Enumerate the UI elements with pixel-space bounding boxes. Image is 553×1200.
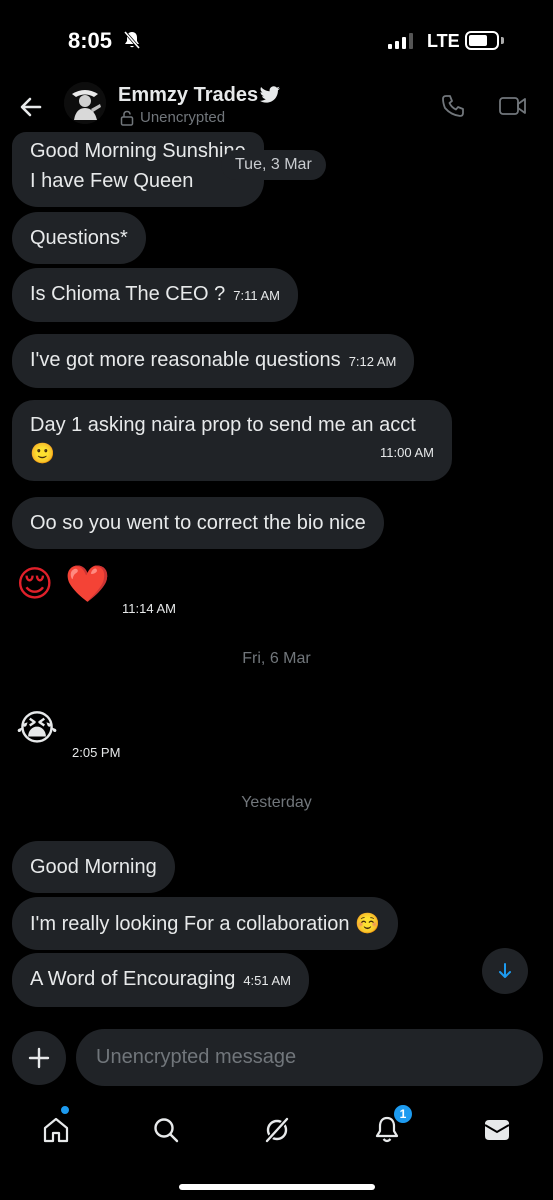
twitter-bird-icon [259, 86, 280, 103]
message-bubble[interactable]: Day 1 asking naira prop to send me an ac… [12, 400, 452, 481]
message-bubble[interactable]: A Word of Encouraging 4:51 AM [12, 953, 310, 1007]
emoji: 😭 [16, 708, 59, 749]
message-time: 11:14 AM [122, 601, 176, 616]
nav-grok[interactable] [255, 1108, 299, 1152]
avatar-figure-icon [64, 82, 106, 124]
arrow-down-icon [499, 963, 511, 978]
message-bubble[interactable]: I've got more reasonable questions 7:12 A… [12, 334, 415, 388]
battery-icon [465, 31, 499, 50]
plus-icon [28, 1047, 50, 1069]
video-call-icon[interactable] [498, 94, 528, 118]
chat-header: Emmzy Trades Unencrypted [0, 80, 553, 132]
nav-search[interactable] [144, 1108, 188, 1152]
message-text: Good Morning Sunshine [30, 140, 246, 162]
message-text: Good Morning [30, 856, 157, 878]
emoji: 😌 ❤️ [16, 564, 110, 605]
home-indicator [179, 1184, 375, 1190]
message-time: 7:12 AM [348, 354, 397, 369]
notifications-badge: 1 [393, 1104, 413, 1124]
add-attachment-button[interactable] [12, 1031, 66, 1085]
scroll-to-bottom-button[interactable] [482, 948, 528, 994]
message-text: I have Few Queen [30, 170, 194, 192]
floating-date-chip: Tue, 3 Mar [221, 150, 326, 180]
message-text: I've got more reasonable questions [30, 349, 341, 371]
avatar[interactable] [64, 82, 106, 124]
nav-messages[interactable] [475, 1108, 519, 1152]
message-bubble[interactable]: Good Morning [12, 841, 175, 893]
home-icon [43, 1117, 69, 1143]
search-icon [154, 1118, 179, 1143]
bell-muted-icon [123, 31, 141, 49]
message-input[interactable] [76, 1029, 543, 1086]
message-text: Is Chioma The CEO ? [30, 283, 226, 305]
message-bubble[interactable]: Questions* [12, 212, 146, 264]
lock-icon [120, 110, 134, 126]
date-separator: Fri, 6 Mar [242, 650, 311, 667]
nav-home[interactable] [34, 1108, 78, 1152]
back-arrow-icon[interactable] [16, 92, 46, 122]
message-text: Day 1 asking naira prop to send me an ac… [30, 414, 416, 436]
message-time: 2:05 PM [72, 745, 121, 760]
message-bubble[interactable]: Oo so you went to correct the bio nice [12, 497, 384, 549]
emoji-message[interactable]: 😌 ❤️ [16, 563, 110, 607]
bottom-nav: 1 [0, 1100, 553, 1160]
message-text: A Word of Encouraging [30, 968, 236, 990]
date-separator: Yesterday [241, 794, 312, 811]
message-time: 4:51 AM [243, 973, 292, 988]
messages-icon [484, 1120, 510, 1140]
message-time: 7:11 AM [233, 288, 280, 303]
message-text: I'm really looking For a collaboration [30, 913, 350, 935]
contact-name[interactable]: Emmzy Trades [118, 84, 258, 107]
message-bubble[interactable]: Is Chioma The CEO ? 7:11 AM [12, 268, 298, 322]
grok-icon [265, 1117, 289, 1143]
encryption-status: Unencrypted [140, 109, 226, 126]
status-time: 8:05 [68, 28, 113, 53]
battery-tip [501, 37, 504, 44]
message-text: Oo so you went to correct the bio nice [30, 512, 366, 534]
message-time: 11:00 AM [380, 445, 434, 460]
message-bubble[interactable]: I'm really looking For a collaboration ☺… [12, 897, 398, 950]
phone-icon[interactable] [440, 93, 466, 119]
signal-icon [388, 33, 413, 49]
emoji: ☺️ [355, 911, 380, 935]
status-bar: 8:05 LTE [0, 0, 553, 80]
network-label: LTE [427, 31, 460, 51]
emoji: 🙂 [30, 441, 55, 465]
home-badge-dot [60, 1105, 70, 1115]
message-text: Questions* [30, 227, 128, 249]
emoji-message[interactable]: 😭 [16, 707, 58, 751]
